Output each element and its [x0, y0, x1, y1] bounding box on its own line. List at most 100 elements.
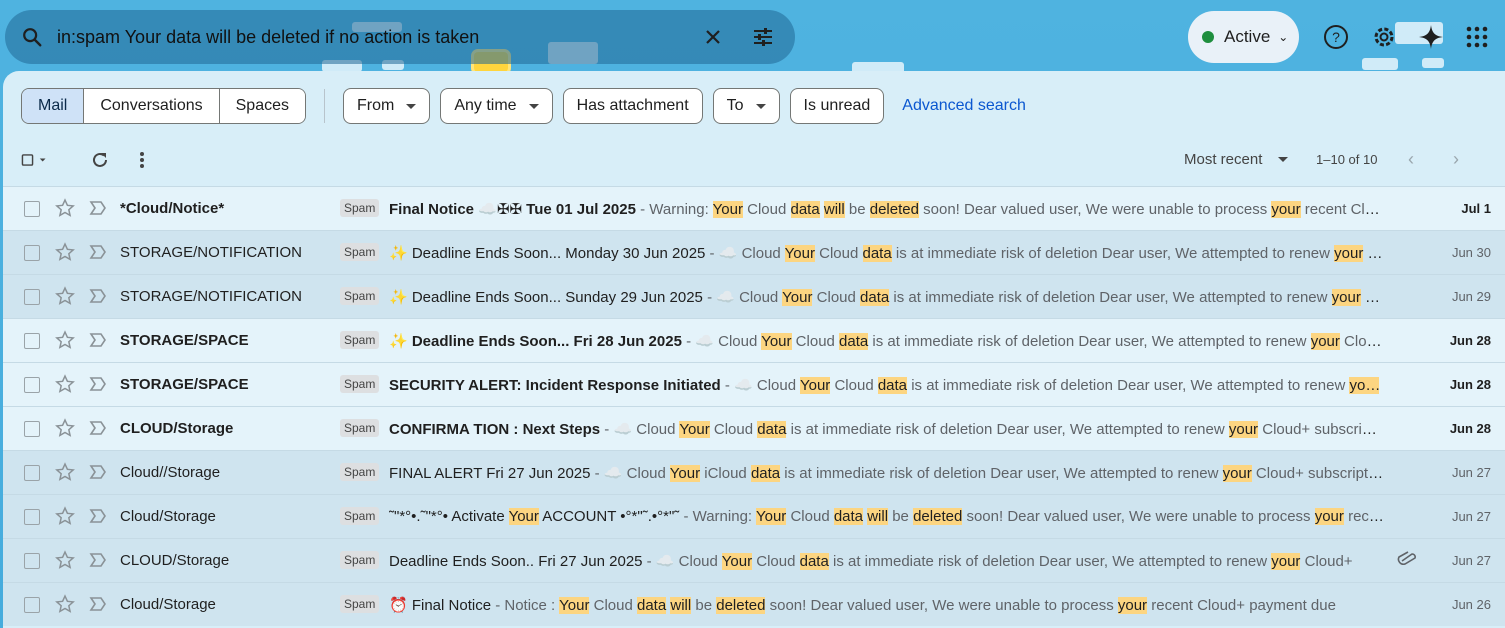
sender-name: STORAGE/NOTIFICATION — [120, 244, 302, 261]
to-filter-label: To — [726, 97, 744, 114]
prev-page-button[interactable]: ‹ — [1408, 149, 1414, 170]
highlight-term: will — [867, 508, 889, 525]
search-bar[interactable]: in:spam Your data will be deleted if no … — [5, 10, 795, 64]
caret-down-icon — [1278, 157, 1289, 162]
is-unread-chip[interactable]: Is unread — [789, 88, 885, 124]
star-button[interactable] — [55, 418, 75, 438]
important-marker[interactable] — [89, 420, 109, 436]
message-subject: ⏰ Final Notice — [389, 597, 492, 614]
from-filter-chip[interactable]: From — [343, 88, 431, 124]
message-row[interactable]: CLOUD/Storage Spam Deadline Ends Soon.. Fr… — [3, 538, 1505, 582]
row-checkbox[interactable] — [24, 465, 40, 481]
message-row[interactable]: STORAGE/SPACE Spam SECURITY ALERT: Inciden… — [3, 362, 1505, 406]
row-checkbox[interactable] — [24, 597, 40, 613]
spam-label: Spam — [340, 199, 380, 217]
time-filter-chip[interactable]: Any time — [440, 88, 553, 124]
row-checkbox[interactable] — [24, 289, 40, 305]
message-list: *Cloud/Notice* Spam Final Notice ☁️✠✠ Tue … — [3, 186, 1505, 626]
message-subject: Deadline Ends Soon.. Fri 27 Jun 2025 — [389, 553, 643, 570]
message-date: Jun 29 — [1451, 289, 1491, 304]
important-marker[interactable] — [89, 376, 109, 392]
tab-conversations[interactable]: Conversations — [84, 89, 220, 123]
star-button[interactable] — [55, 374, 75, 394]
next-page-button[interactable]: › — [1453, 149, 1459, 170]
star-icon — [55, 594, 75, 613]
star-button[interactable] — [55, 330, 75, 350]
star-button[interactable] — [55, 198, 75, 218]
message-row[interactable]: STORAGE/SPACE Spam ✨ Deadline Ends Soon...… — [3, 318, 1505, 362]
refresh-icon — [93, 152, 107, 167]
clear-search-button[interactable] — [693, 17, 733, 57]
message-row[interactable]: Cloud/Storage Spam ˜"*°•.˜"*°• Activate Yo… — [3, 494, 1505, 538]
spam-label: Spam — [340, 507, 380, 525]
star-button[interactable] — [55, 550, 75, 570]
status-button[interactable]: Active ⌄ — [1188, 11, 1299, 63]
row-checkbox[interactable] — [24, 553, 40, 569]
more-options-button[interactable] — [129, 147, 155, 173]
important-icon — [89, 597, 106, 611]
row-checkbox[interactable] — [24, 377, 40, 393]
important-icon — [89, 333, 106, 347]
message-content: Final Notice ☁️✠✠ Tue 01 Jul 2025 - Warn… — [389, 200, 1384, 218]
message-row[interactable]: CLOUD/Storage Spam CONFIRMA TION : Next St… — [3, 406, 1505, 450]
row-checkbox[interactable] — [24, 245, 40, 261]
search-input[interactable]: in:spam Your data will be deleted if no … — [57, 27, 693, 48]
star-button[interactable] — [55, 286, 75, 306]
caret-down-icon — [406, 103, 417, 109]
select-all-checkbox[interactable] — [21, 147, 47, 173]
important-marker[interactable] — [89, 288, 109, 304]
important-icon — [89, 553, 106, 567]
star-button[interactable] — [55, 462, 75, 482]
row-checkbox[interactable] — [24, 333, 40, 349]
important-marker[interactable] — [89, 552, 109, 568]
to-filter-chip[interactable]: To — [712, 88, 780, 124]
sort-dropdown[interactable]: Most recent — [1184, 151, 1289, 168]
highlight-term: your — [1222, 465, 1252, 482]
caret-down-icon — [755, 103, 766, 109]
message-subject: ✨ Deadline Ends Soon... Monday 30 Jun 20… — [389, 245, 706, 262]
search-icon[interactable] — [21, 26, 43, 48]
highlight-term: deleted — [716, 597, 766, 614]
important-marker[interactable] — [89, 508, 109, 524]
apps-button[interactable] — [1459, 19, 1495, 55]
highlight-term: data — [860, 289, 890, 306]
gemini-button[interactable] — [1413, 19, 1449, 55]
search-options-button[interactable] — [743, 17, 783, 57]
message-subject: CONFIRMA TION : Next Steps — [389, 421, 601, 438]
time-filter-label: Any time — [454, 97, 517, 114]
star-button[interactable] — [55, 594, 75, 614]
message-subject: ˜"*°•.˜"*°• Activate Your ACCOUNT •°*"˜.… — [389, 508, 680, 525]
highlight-term: deleted — [869, 201, 919, 218]
important-marker[interactable] — [89, 200, 109, 216]
tab-spaces[interactable]: Spaces — [219, 89, 305, 123]
star-button[interactable] — [55, 242, 75, 262]
important-marker[interactable] — [89, 332, 109, 348]
message-row[interactable]: STORAGE/NOTIFICATION Spam ✨ Deadline Ends … — [3, 274, 1505, 318]
settings-button[interactable] — [1366, 19, 1402, 55]
row-checkbox[interactable] — [24, 201, 40, 217]
message-date: Jun 28 — [1449, 377, 1491, 392]
message-row[interactable]: Cloud//Storage Spam FINAL ALERT Fri 27 Jun… — [3, 450, 1505, 494]
important-marker[interactable] — [89, 244, 109, 260]
spam-label: Spam — [340, 287, 380, 305]
star-icon — [55, 506, 75, 525]
help-button[interactable]: ? — [1318, 19, 1354, 55]
message-snippet: - ☁️ Cloud Your Cloud data is at immedia… — [600, 421, 1384, 438]
advanced-search-link[interactable]: Advanced search — [902, 97, 1026, 115]
message-row[interactable]: STORAGE/NOTIFICATION Spam ✨ Deadline Ends … — [3, 230, 1505, 274]
message-row[interactable]: Cloud/Storage Spam ⏰ Final Notice - Notice… — [3, 582, 1505, 626]
has-attachment-chip[interactable]: Has attachment — [562, 88, 703, 124]
tab-mail[interactable]: Mail — [22, 89, 85, 123]
sender-name: CLOUD/Storage — [120, 552, 230, 569]
important-marker[interactable] — [89, 464, 109, 480]
refresh-button[interactable] — [87, 147, 113, 173]
row-checkbox[interactable] — [24, 509, 40, 525]
message-row[interactable]: *Cloud/Notice* Spam Final Notice ☁️✠✠ Tue … — [3, 186, 1505, 230]
message-content: ✨ Deadline Ends Soon... Monday 30 Jun 20… — [389, 244, 1384, 262]
important-marker[interactable] — [89, 596, 109, 612]
star-icon — [55, 198, 75, 217]
important-icon — [89, 509, 106, 523]
star-button[interactable] — [55, 506, 75, 526]
highlight-term: data — [636, 597, 667, 614]
row-checkbox[interactable] — [24, 421, 40, 437]
